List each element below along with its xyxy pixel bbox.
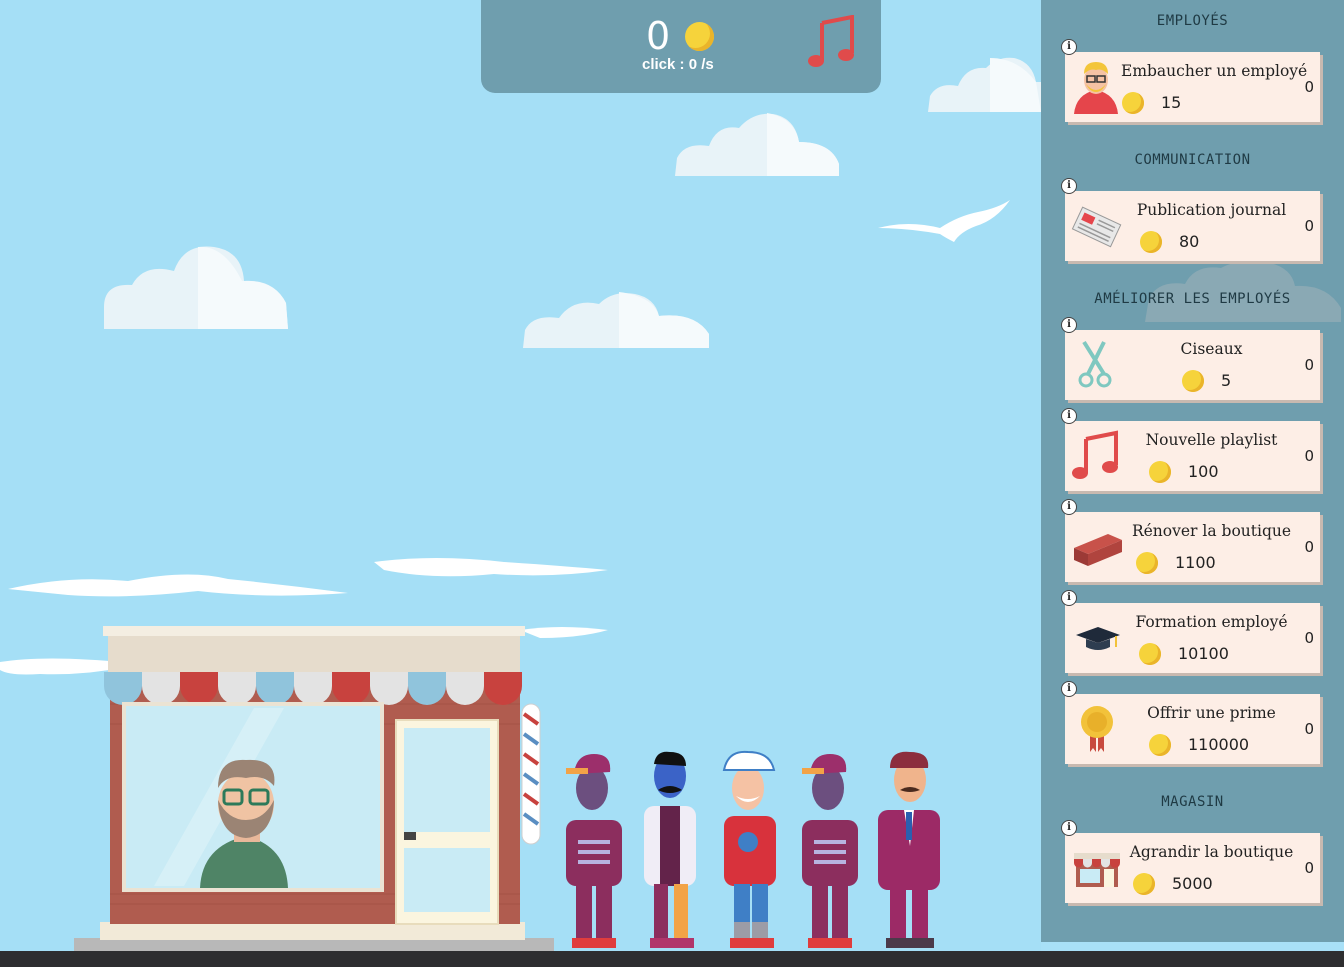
info-icon[interactable]: i [1061,39,1077,55]
item-card-renovate[interactable]: Rénover la boutique 1100 0 [1065,512,1320,582]
item-count: 0 [1304,859,1314,877]
shop-icon [1074,853,1120,887]
music-toggle-button[interactable] [806,15,856,69]
cloud [523,292,709,348]
item-label: Embaucher un employé [1121,62,1308,80]
coin-icon [1149,461,1171,483]
info-icon[interactable]: i [1061,408,1077,424]
item-price: 1100 [1175,553,1216,572]
info-icon[interactable]: i [1061,317,1077,333]
item-card-expand-shop[interactable]: Agrandir la boutique 5000 0 [1065,833,1320,903]
item-label: Publication journal [1136,201,1287,219]
item-price: 5 [1221,371,1232,390]
item-card-scissors[interactable]: Ciseaux 5 0 [1065,330,1320,400]
item-card-hire-employee[interactable]: Embaucher un employé 15 0 [1065,52,1320,122]
coin-icon [1122,92,1144,114]
item-label: Agrandir la boutique [1129,843,1294,861]
info-icon[interactable]: i [1061,681,1077,697]
item-card-training[interactable]: Formation employé 10100 0 [1065,603,1320,673]
wisp-cloud [374,558,608,577]
brick-icon [1074,534,1122,566]
hire-employee-icon [1074,62,1118,114]
item-count: 0 [1304,538,1314,556]
item-card-bonus[interactable]: Offrir une prime 110000 0 [1065,694,1320,764]
wisp-cloud [8,574,348,597]
game-scene [0,0,1041,967]
item-label: Nouvelle playlist [1145,431,1278,449]
scissors-icon [1078,340,1112,388]
music-note-icon [1072,430,1118,479]
item-count: 0 [1304,217,1314,235]
cloud [675,113,839,176]
item-price: 15 [1161,93,1182,112]
section-title-communication: COMMUNICATION [1134,152,1251,168]
item-label: Ciseaux [1180,340,1243,358]
item-label: Offrir une prime [1147,704,1276,722]
music-note-icon [808,15,854,67]
info-icon[interactable]: i [1061,178,1077,194]
item-count: 0 [1304,356,1314,374]
item-count: 0 [1304,720,1314,738]
item-price: 5000 [1172,874,1213,893]
item-count: 0 [1304,447,1314,465]
seagull-icon [878,200,1010,242]
coin-icon [1149,734,1171,756]
cloud [104,246,288,329]
item-price: 100 [1188,462,1219,481]
section-title-employees: EMPLOYÉS [1156,13,1229,29]
coin-score: 0 [646,14,671,58]
item-count: 0 [1304,78,1314,96]
section-title-store: MAGASIN [1161,794,1224,810]
click-rate: click : 0 /s [642,56,714,73]
coin-icon [1182,370,1204,392]
customers-queue [566,750,940,948]
coin-icon [1133,873,1155,895]
item-label: Rénover la boutique [1131,522,1292,540]
newspaper-icon [1071,206,1122,248]
info-icon[interactable]: i [1061,499,1077,515]
coin-icon [1136,552,1158,574]
graduation-cap-icon [1076,627,1120,650]
cloud [928,57,1041,112]
barber-shop [74,626,554,952]
info-icon[interactable]: i [1061,590,1077,606]
item-card-playlist[interactable]: Nouvelle playlist 100 0 [1065,421,1320,491]
item-count: 0 [1304,629,1314,647]
item-price: 10100 [1178,644,1229,663]
panel-cloud [1145,260,1341,322]
info-icon[interactable]: i [1061,820,1077,836]
item-price: 80 [1179,232,1200,251]
coin-icon [685,22,714,51]
coin-icon [1139,643,1161,665]
item-card-newspaper[interactable]: Publication journal 80 0 [1065,191,1320,261]
section-title-upgrades: AMÉLIORER LES EMPLOYÉS [1094,291,1291,307]
coin-icon [1140,231,1162,253]
medal-icon [1081,706,1113,752]
ground [0,951,1344,967]
item-price: 110000 [1188,735,1250,754]
item-label: Formation employé [1135,613,1288,631]
